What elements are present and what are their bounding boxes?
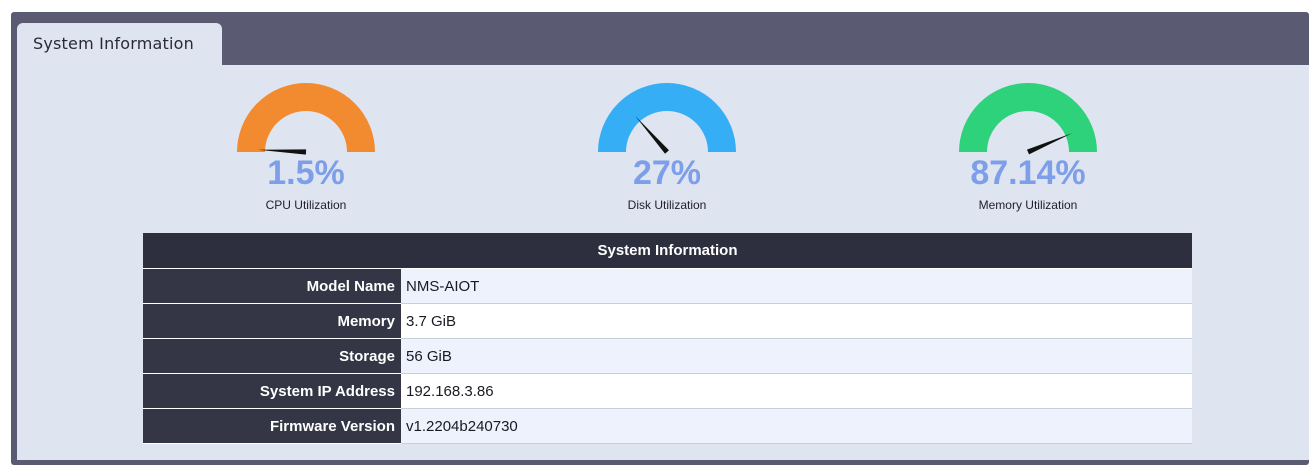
disk-utilization-label: Disk Utilization: [627, 198, 707, 212]
cpu-gauge-arc: [237, 83, 375, 153]
memory-value: 3.7 GiB: [401, 303, 1192, 339]
model-name-key: Model Name: [143, 268, 401, 304]
memory-utilization-label: Memory Utilization: [978, 198, 1078, 212]
cpu-gauge-dial: [237, 83, 375, 155]
memory-utilization-value: 87.14%: [970, 154, 1086, 192]
table-row-storage: Storage 56 GiB: [143, 338, 1192, 374]
cpu-gauge: 1.5% CPU Utilization: [196, 80, 416, 220]
disk-gauge-needle: [635, 115, 669, 154]
storage-key: Storage: [143, 338, 401, 374]
disk-gauge-arc: [598, 83, 736, 153]
table-row-system-ip: System IP Address 192.168.3.86: [143, 373, 1192, 409]
system-ip-key: System IP Address: [143, 373, 401, 409]
table-header-row: System Information: [143, 233, 1192, 269]
memory-gauge-dial: [959, 83, 1097, 155]
system-info-table: System Information Model Name NMS-AIOT M…: [143, 233, 1192, 444]
disk-gauge-dial: [598, 83, 736, 154]
memory-gauge: 87.14% Memory Utilization: [918, 80, 1138, 220]
firmware-key: Firmware Version: [143, 408, 401, 444]
memory-key: Memory: [143, 303, 401, 339]
table-title: System Information: [143, 233, 1192, 269]
disk-gauge: 27% Disk Utilization: [557, 80, 777, 220]
storage-value: 56 GiB: [401, 338, 1192, 374]
table-row-firmware: Firmware Version v1.2204b240730: [143, 408, 1192, 444]
table-row-model-name: Model Name NMS-AIOT: [143, 268, 1192, 304]
system-ip-value: 192.168.3.86: [401, 373, 1192, 409]
disk-utilization-value: 27%: [632, 154, 702, 192]
model-name-value: NMS-AIOT: [401, 268, 1192, 304]
tab-system-information[interactable]: System Information: [17, 23, 222, 66]
firmware-value: v1.2204b240730: [401, 408, 1192, 444]
memory-gauge-arc: [959, 83, 1097, 153]
table-row-memory: Memory 3.7 GiB: [143, 303, 1192, 339]
cpu-utilization-value: 1.5%: [267, 154, 345, 192]
cpu-utilization-label: CPU Utilization: [265, 198, 347, 212]
memory-gauge-needle: [1026, 133, 1073, 155]
